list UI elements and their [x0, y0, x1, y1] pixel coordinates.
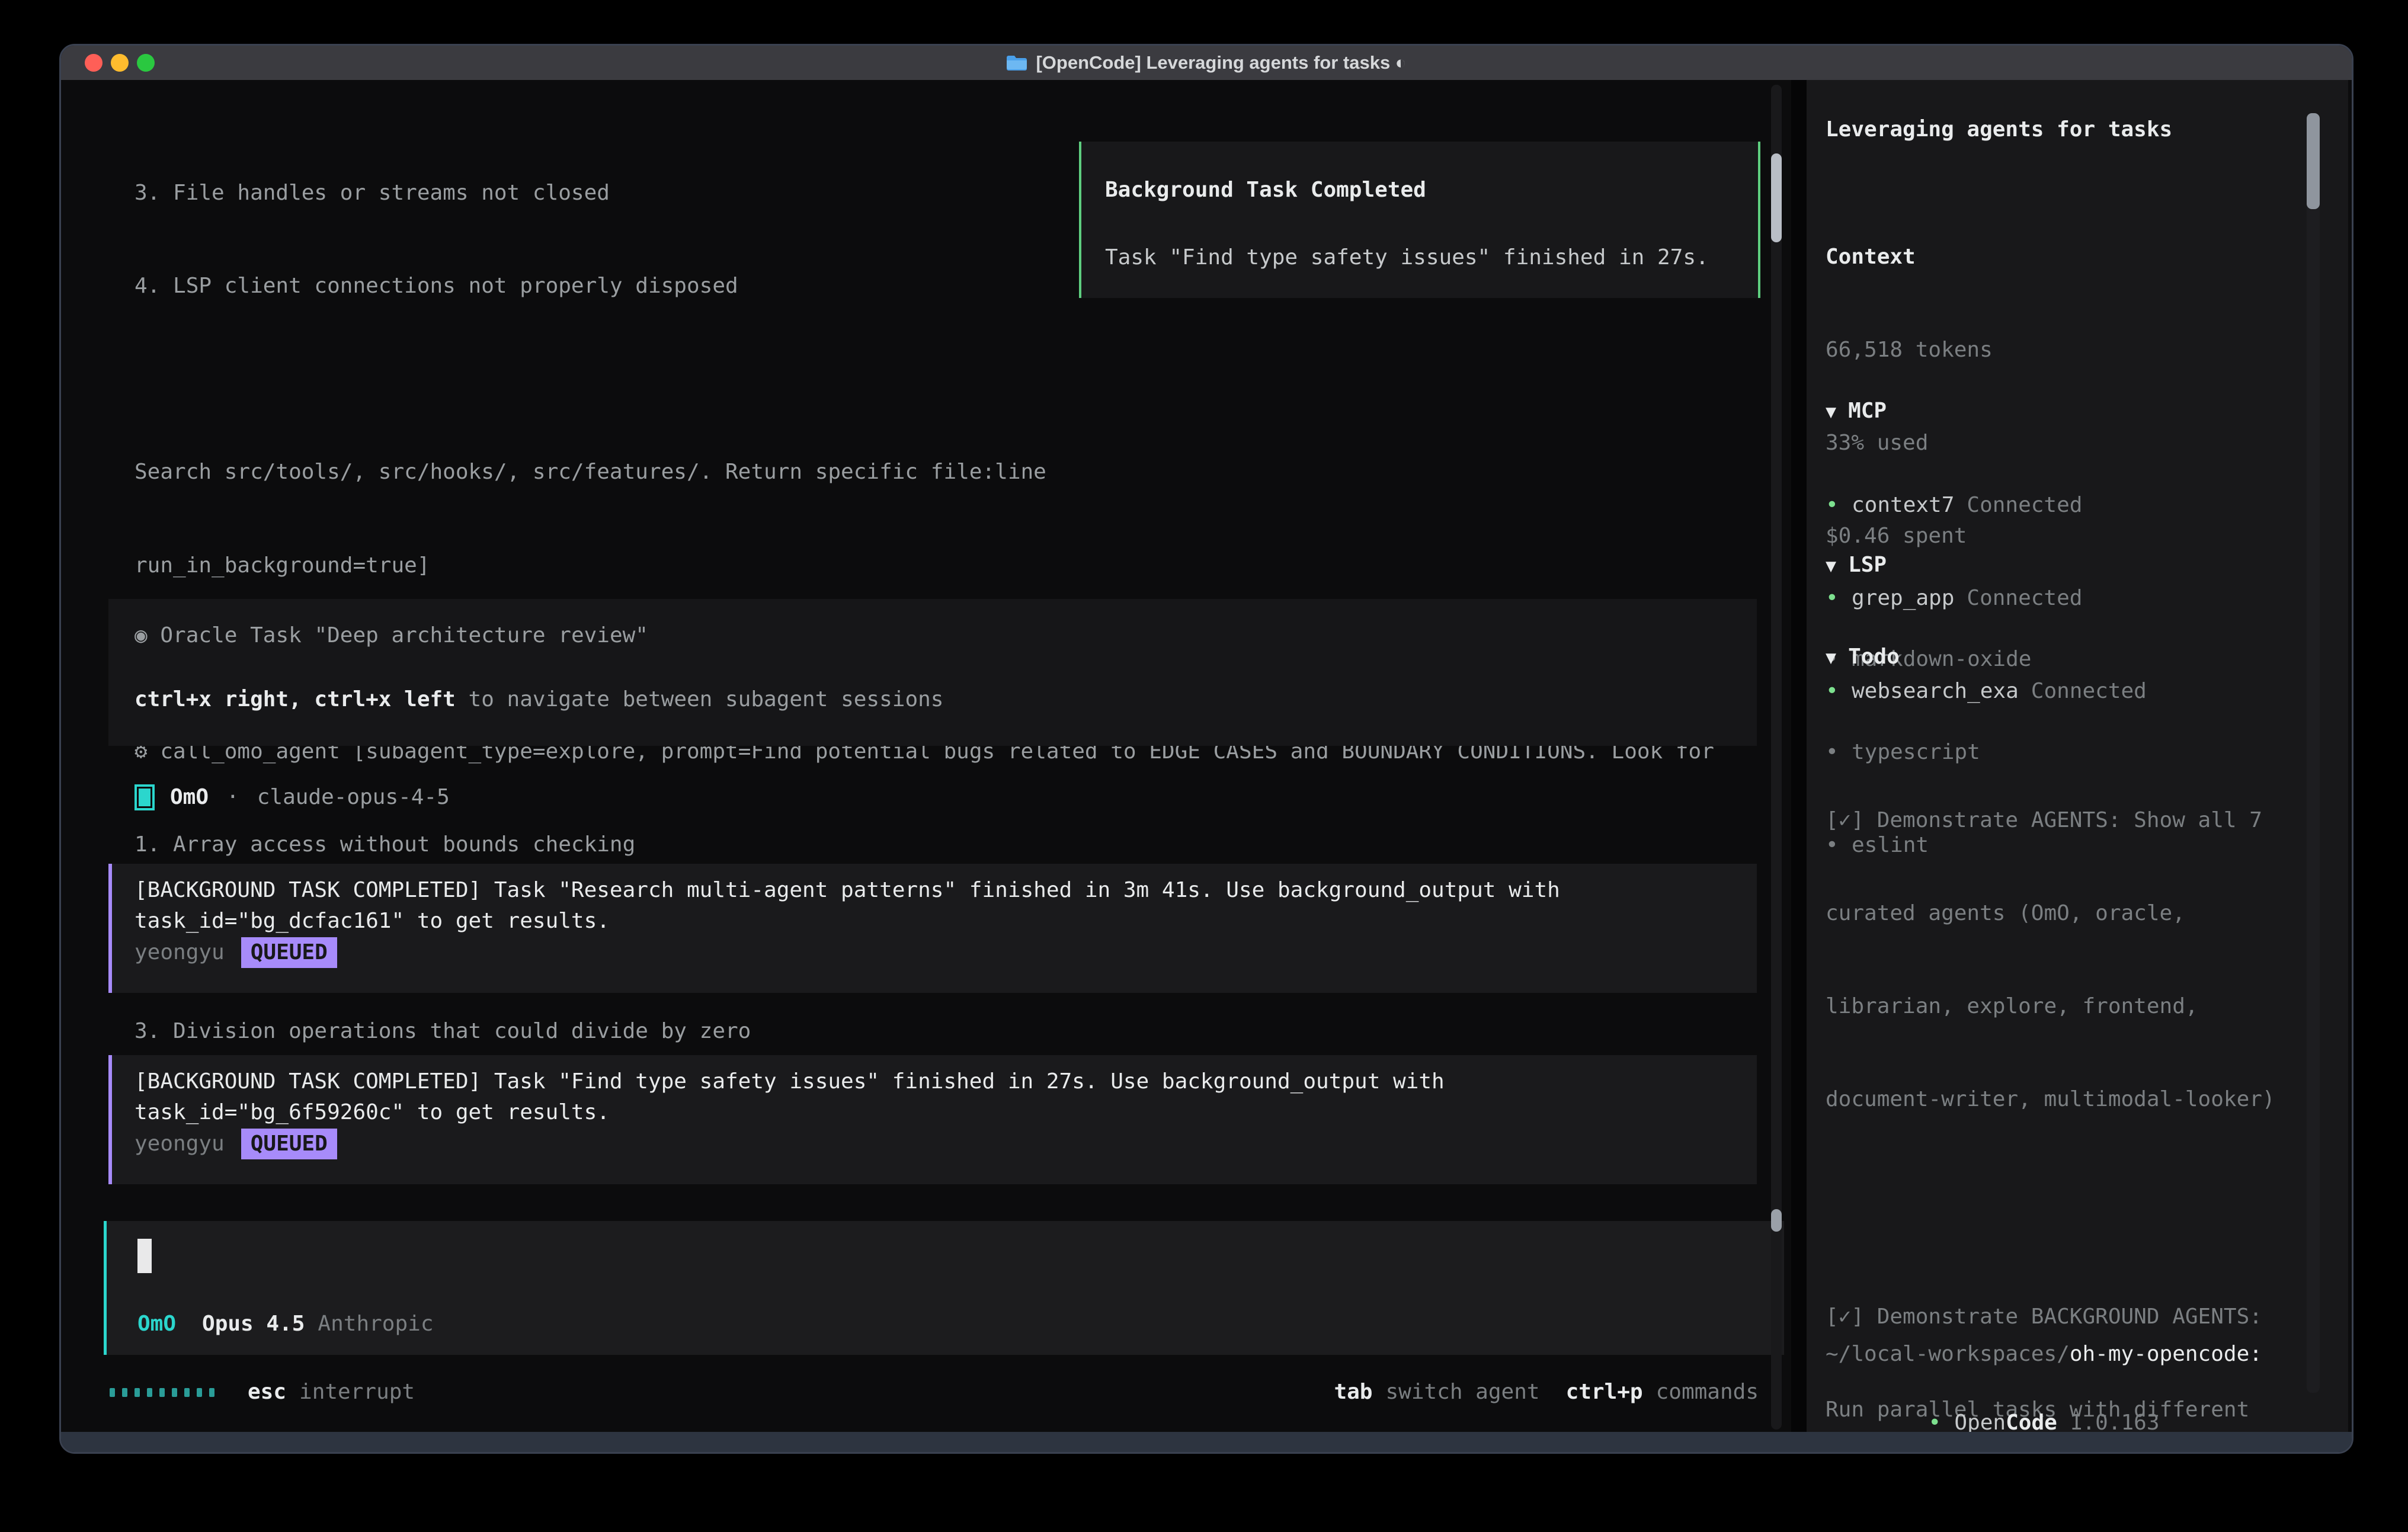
oracle-task-title: Oracle Task "Deep architecture review" — [160, 623, 648, 648]
task-message-line2: task_id="bg_6f59260c" to get results. — [135, 1097, 1757, 1128]
prompt-input[interactable]: OmO Opus 4.5 Anthropic — [104, 1221, 1784, 1355]
session-title: Leveraging agents for tasks — [1826, 114, 2172, 145]
close-button[interactable] — [85, 54, 103, 72]
queued-badge: QUEUED — [241, 937, 337, 968]
task-message-line2: task_id="bg_dcfac161" to get results. — [135, 906, 1757, 937]
zoom-button[interactable] — [137, 54, 155, 72]
activity-dots-icon — [110, 1388, 214, 1397]
sidebar: Leveraging agents for tasks Context 66,5… — [1807, 80, 2348, 1432]
transcript-line: run_in_background=true] — [135, 550, 1714, 581]
task-message-meta: yeongyu QUEUED — [135, 937, 1757, 968]
input-provider-name: Anthropic — [318, 1309, 433, 1339]
window-titlebar[interactable]: [OpenCode] Leveraging agents for tasks ◐ — [61, 46, 2352, 80]
esc-key-label: interrupt — [299, 1377, 415, 1408]
statusbar-left: esc interrupt — [110, 1377, 415, 1408]
subagent-navigation-hint: ctrl+x right, ctrl+x left to navigate be… — [108, 651, 1757, 715]
input-agent-name[interactable]: OmO — [137, 1309, 176, 1339]
transcript-line: 3. Division operations that could divide… — [135, 1016, 1714, 1047]
workspace-repo: oh-my-opencode: — [2070, 1342, 2262, 1366]
task-user: yeongyu — [135, 1132, 225, 1156]
notification-title: Background Task Completed — [1081, 142, 1758, 206]
task-message-1: [BACKGROUND TASK COMPLETED] Task "Resear… — [108, 864, 1757, 993]
folder-icon — [1006, 55, 1027, 71]
text-cursor — [137, 1239, 152, 1273]
tab-key-hint: tab — [1334, 1377, 1372, 1408]
oracle-task-box: ◉ Oracle Task "Deep architecture review"… — [108, 599, 1757, 746]
transcript-line: Search src/tools/, src/hooks/, src/featu… — [135, 457, 1714, 488]
main-scrollbar-thumb[interactable] — [1771, 153, 1782, 242]
main-scrollbar[interactable] — [1771, 85, 1782, 1430]
agent-model: claude-opus-4-5 — [257, 782, 450, 813]
main-scrollbar-marker[interactable] — [1771, 1209, 1782, 1232]
lsp-heading: LSP — [1848, 553, 1887, 577]
todo-item-done: [✓] Demonstrate AGENTS: Show all 7 curat… — [1826, 743, 2301, 1178]
minimize-button[interactable] — [111, 54, 129, 72]
chevron-down-icon: ▼ — [1826, 643, 1836, 674]
todo-heading: Todo — [1848, 645, 1900, 669]
traffic-lights — [85, 46, 155, 80]
mcp-section-header[interactable]: ▼ MCP — [1826, 396, 2147, 428]
chevron-down-icon: ▼ — [1826, 551, 1836, 582]
task-message-line1: [BACKGROUND TASK COMPLETED] Task "Resear… — [135, 875, 1757, 906]
window-title-text: [OpenCode] Leveraging agents for tasks ◐ — [1036, 52, 1406, 73]
oracle-task-title-line: ◉ Oracle Task "Deep architecture review" — [108, 599, 1757, 651]
sidebar-scrollbar-thumb[interactable] — [2307, 113, 2320, 209]
notification-body: Task "Find type safety issues" finished … — [1081, 206, 1758, 273]
ctrlp-key-label: commands — [1656, 1377, 1759, 1408]
statusbar-right: tab switch agent ctrl+p commands — [1334, 1377, 1759, 1408]
agent-name: OmO — [170, 782, 209, 813]
context-heading: Context — [1826, 242, 1993, 273]
agent-header: OmO · claude-opus-4-5 — [135, 782, 450, 813]
sidebar-scrollbar[interactable] — [2307, 113, 2320, 1393]
transcript-line: 1. Array access without bounds checking — [135, 829, 1714, 860]
background-task-notification: Background Task Completed Task "Find typ… — [1079, 142, 1760, 298]
esc-key-hint: esc — [248, 1377, 286, 1408]
workspace-prefix: ~/local-workspaces/ — [1826, 1342, 2070, 1366]
separator-dot: · — [226, 782, 239, 813]
queued-badge: QUEUED — [241, 1129, 337, 1159]
ctrlp-key-hint: ctrl+p — [1566, 1377, 1643, 1408]
window-title: [OpenCode] Leveraging agents for tasks ◐ — [1006, 52, 1406, 73]
agent-checkbox-icon — [135, 784, 155, 810]
task-message-2: [BACKGROUND TASK COMPLETED] Task "Find t… — [108, 1055, 1757, 1184]
app-window: [OpenCode] Leveraging agents for tasks ◐… — [59, 44, 2353, 1454]
transcript-text: 3. File handles or streams not closed 4.… — [135, 116, 1714, 1389]
sidebar-divider — [1791, 80, 1807, 1432]
task-user: yeongyu — [135, 940, 225, 964]
transcript-line — [135, 364, 1714, 395]
task-message-meta: yeongyu QUEUED — [135, 1129, 1757, 1159]
desktop-background: [OpenCode] Leveraging agents for tasks ◐… — [0, 0, 2408, 1532]
chevron-down-icon: ▼ — [1826, 397, 1836, 428]
task-message-line1: [BACKGROUND TASK COMPLETED] Task "Find t… — [135, 1066, 1757, 1097]
target-icon: ◉ — [135, 623, 148, 648]
window-bottom-edge — [61, 1432, 2352, 1452]
todo-section-header[interactable]: ▼ Todo — [1826, 642, 1900, 674]
input-status-row: OmO Opus 4.5 Anthropic — [137, 1309, 434, 1339]
mcp-heading: MCP — [1848, 399, 1887, 423]
shortcut-description: to navigate between subagent sessions — [456, 687, 944, 711]
lsp-section-header[interactable]: ▼ LSP — [1826, 550, 2031, 582]
shortcut-keys: ctrl+x right, ctrl+x left — [135, 687, 456, 711]
tab-key-label: switch agent — [1385, 1377, 1539, 1408]
input-model-name[interactable]: Opus 4.5 — [202, 1309, 305, 1339]
